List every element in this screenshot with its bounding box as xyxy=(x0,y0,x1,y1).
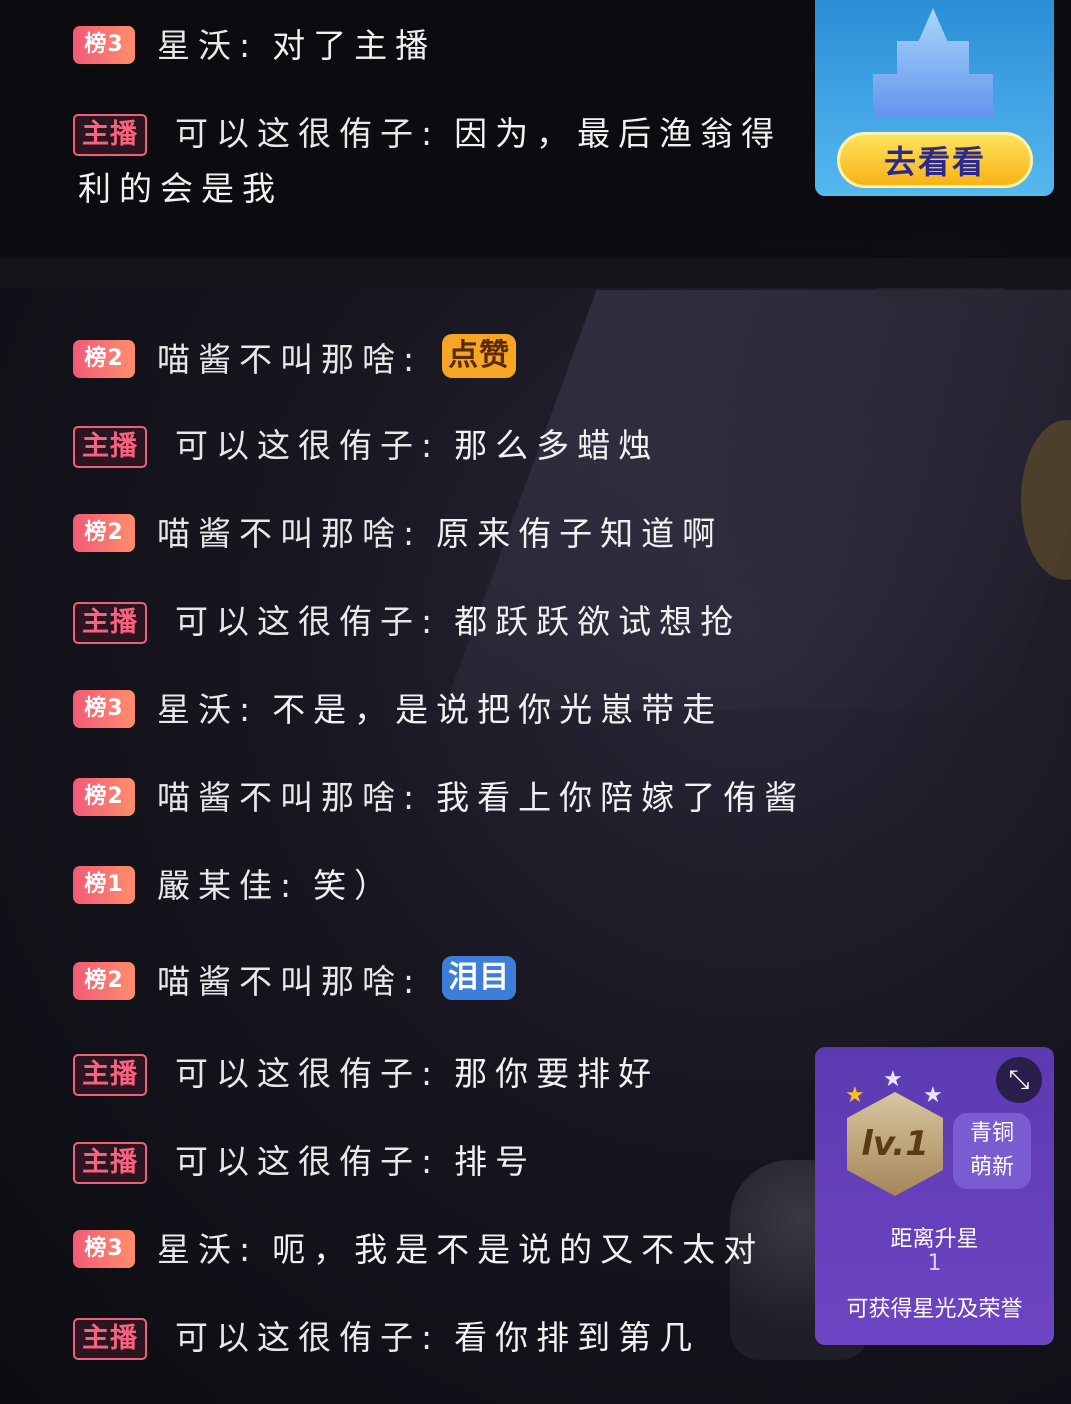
chat-message[interactable]: 榜3 星沃: 呃，我是不是说的又不太对 xyxy=(73,1224,764,1276)
chat-message[interactable]: 主播 可以这很侑子: 那你要排好 xyxy=(73,1048,659,1100)
message-text: 因为，最后渔翁得 xyxy=(454,114,783,153)
clipped-message xyxy=(75,258,93,278)
sender-name: 星沃: xyxy=(157,26,259,65)
host-badge: 主播 xyxy=(73,1054,147,1096)
sender-name: 可以这很侑子: xyxy=(175,1054,441,1093)
rank-badge: 榜3 xyxy=(73,26,135,64)
chat-message[interactable]: 榜2 喵酱不叫那啥: 我看上你陪嫁了侑酱 xyxy=(73,772,805,824)
castle-icon xyxy=(873,8,993,118)
host-badge: 主播 xyxy=(73,426,147,468)
rank-badge: 榜1 xyxy=(73,866,135,904)
message-text: 那么多蜡烛 xyxy=(454,426,660,465)
collapse-icon[interactable]: ⤡ xyxy=(996,1057,1042,1103)
message-text: 我看上你陪嫁了侑酱 xyxy=(436,778,806,817)
chat-message[interactable]: 主播 可以这很侑子: 因为，最后渔翁得 xyxy=(73,108,782,160)
message-text: 看你排到第几 xyxy=(454,1318,701,1357)
message-text: 对了主播 xyxy=(272,26,437,65)
message-text: 排号 xyxy=(454,1142,537,1181)
message-text: 呃，我是不是说的又不太对 xyxy=(272,1230,765,1269)
like-sticker: 点赞 xyxy=(442,334,517,378)
background-planet xyxy=(1021,420,1071,580)
host-badge: 主播 xyxy=(73,1318,147,1360)
sender-name: 可以这很侑子: xyxy=(175,114,441,153)
message-text: 原来侑子知道啊 xyxy=(436,514,724,553)
message-text-continued: 利的会是我 xyxy=(78,169,283,208)
reward-text: 可获得星光及荣誉 xyxy=(846,1297,1023,1322)
chat-message[interactable]: 榜2 喵酱不叫那啥: 原来侑子知道啊 xyxy=(73,508,723,560)
sender-name: 喵酱不叫那啥: xyxy=(157,962,423,1001)
chat-scroll-divider xyxy=(0,258,1071,288)
distance-value: 1 xyxy=(927,1251,942,1276)
sender-name: 可以这很侑子: xyxy=(175,1318,441,1357)
star-icon: ★ xyxy=(883,1067,903,1092)
rank-badge: 榜2 xyxy=(73,514,135,552)
chat-message[interactable]: 主播 可以这很侑子: 看你排到第几 xyxy=(73,1312,700,1364)
rank-badge: 榜3 xyxy=(73,1230,135,1268)
sender-name: 喵酱不叫那啥: xyxy=(157,778,423,817)
rank-badge: 榜3 xyxy=(73,690,135,728)
chat-message[interactable]: 主播 可以这很侑子: 都跃跃欲试想抢 xyxy=(73,596,741,648)
star-icon: ★ xyxy=(923,1083,943,1108)
sender-name: 嚴某佳: xyxy=(157,866,300,905)
sender-name: 星沃: xyxy=(157,1230,259,1269)
sender-name: 可以这很侑子: xyxy=(175,602,441,641)
sender-name: 星沃: xyxy=(157,690,259,729)
chat-message[interactable]: 榜3 星沃: 对了主播 xyxy=(73,20,436,72)
host-badge: 主播 xyxy=(73,114,147,156)
promo-banner[interactable]: 去看看 xyxy=(815,0,1054,196)
sender-name: 可以这很侑子: xyxy=(175,1142,441,1181)
tears-sticker: 泪目 xyxy=(442,956,517,1000)
chat-message[interactable]: 榜2 喵酱不叫那啥: 泪目 xyxy=(73,956,517,1008)
sender-name: 可以这很侑子: xyxy=(175,426,441,465)
rank-badge: 榜2 xyxy=(73,962,135,1000)
message-text: 不是，是说把你光崽带走 xyxy=(272,690,724,729)
distance-label: 距离升星 xyxy=(890,1227,979,1252)
go-see-button[interactable]: 去看看 xyxy=(837,132,1033,188)
rank-badge: 榜2 xyxy=(73,778,135,816)
chat-message[interactable]: 榜3 星沃: 不是，是说把你光崽带走 xyxy=(73,684,723,736)
rank-badge: 榜2 xyxy=(73,340,135,378)
message-text: 都跃跃欲试想抢 xyxy=(454,602,742,641)
message-text: 笑） xyxy=(313,866,396,905)
tier-label: 青铜 萌新 xyxy=(953,1113,1031,1189)
host-badge: 主播 xyxy=(73,602,147,644)
star-icon: ★ xyxy=(845,1083,865,1108)
host-badge: 主播 xyxy=(73,1142,147,1184)
level-card[interactable]: ⤡ ★ ★ ★ lv.1 青铜 萌新 距离升星 1 可获得星光及荣誉 xyxy=(815,1047,1054,1345)
chat-message[interactable]: 榜2 喵酱不叫那啥: 点赞 xyxy=(73,334,517,386)
sender-name: 喵酱不叫那啥: xyxy=(157,340,423,379)
chat-message[interactable]: 榜1 嚴某佳: 笑） xyxy=(73,860,395,912)
message-text: 那你要排好 xyxy=(454,1054,660,1093)
chat-message[interactable]: 主播 可以这很侑子: 那么多蜡烛 xyxy=(73,420,659,472)
sender-name: 喵酱不叫那啥: xyxy=(157,514,423,553)
chat-message[interactable]: 主播 可以这很侑子: 排号 xyxy=(73,1136,536,1188)
